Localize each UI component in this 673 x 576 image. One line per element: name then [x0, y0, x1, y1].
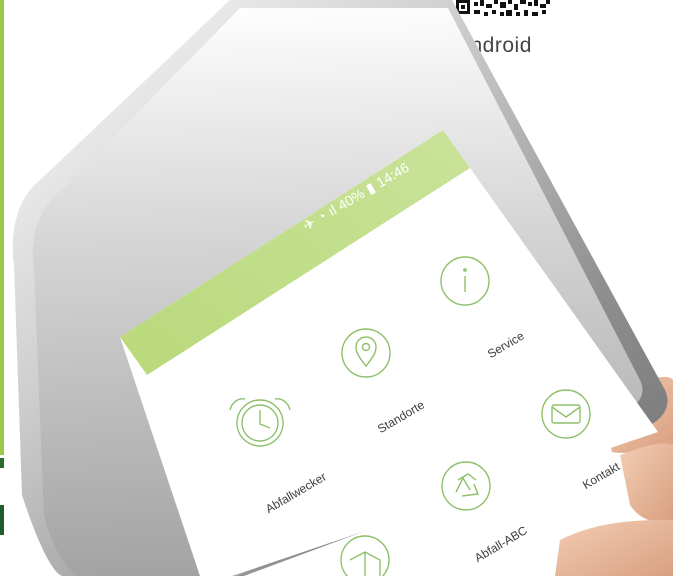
book-icon[interactable]	[340, 535, 390, 576]
hand-finger	[620, 443, 673, 522]
hand-finger	[555, 520, 673, 576]
